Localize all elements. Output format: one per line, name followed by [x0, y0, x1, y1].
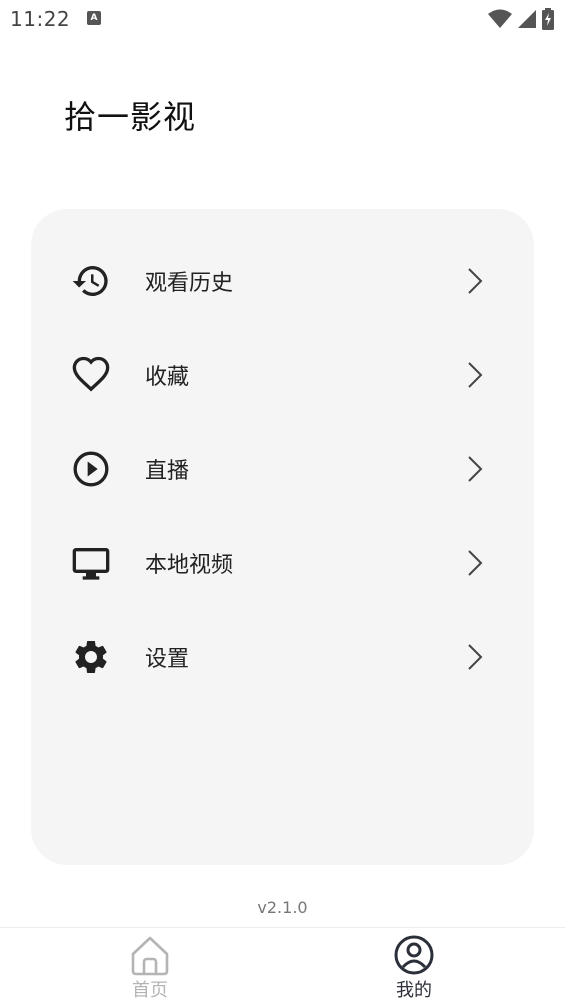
menu-item-favorites[interactable]: 收藏	[31, 328, 534, 422]
chevron-right-icon	[464, 548, 486, 578]
menu-item-label: 收藏	[145, 365, 190, 390]
tab-mine[interactable]: 我的	[344, 928, 484, 1004]
menu-item-history[interactable]: 观看历史	[31, 234, 534, 328]
signal-icon	[518, 10, 536, 28]
history-icon	[71, 261, 111, 301]
status-icons	[487, 8, 555, 30]
status-time: 11:22	[10, 7, 71, 31]
notification-icon: A	[87, 11, 101, 25]
menu-item-label: 观看历史	[145, 271, 234, 296]
tab-home-label: 首页	[132, 980, 168, 1001]
menu-item-label: 直播	[145, 459, 190, 484]
chevron-right-icon	[464, 266, 486, 296]
menu-item-label: 本地视频	[145, 553, 234, 578]
status-bar: 11:22 A	[0, 0, 565, 38]
menu-card: 观看历史 收藏 直播 本地视频 设置	[31, 209, 534, 865]
menu-item-local-video[interactable]: 本地视频	[31, 516, 534, 610]
heart-icon	[71, 355, 111, 395]
version-label: v2.1.0	[257, 898, 308, 917]
menu-item-live[interactable]: 直播	[31, 422, 534, 516]
bottom-nav: 首页 我的	[0, 927, 565, 1004]
chevron-right-icon	[464, 642, 486, 672]
tab-mine-label: 我的	[396, 980, 432, 1001]
wifi-icon	[488, 9, 512, 28]
menu-item-label: 设置	[145, 647, 190, 672]
gear-icon	[71, 637, 111, 677]
user-icon	[394, 935, 434, 975]
play-circle-icon	[71, 449, 111, 489]
menu-item-settings[interactable]: 设置	[31, 610, 534, 704]
tab-home[interactable]: 首页	[80, 928, 220, 1004]
page-title: 拾一影视	[64, 98, 197, 136]
home-icon	[131, 936, 169, 976]
chevron-right-icon	[464, 360, 486, 390]
monitor-icon	[71, 543, 111, 583]
battery-charging-icon	[542, 8, 554, 30]
chevron-right-icon	[464, 454, 486, 484]
screen: 11:22 A 拾一影视 观看历史 收藏 直播 本地视频 设置 v2.1.0 首…	[0, 0, 565, 1004]
